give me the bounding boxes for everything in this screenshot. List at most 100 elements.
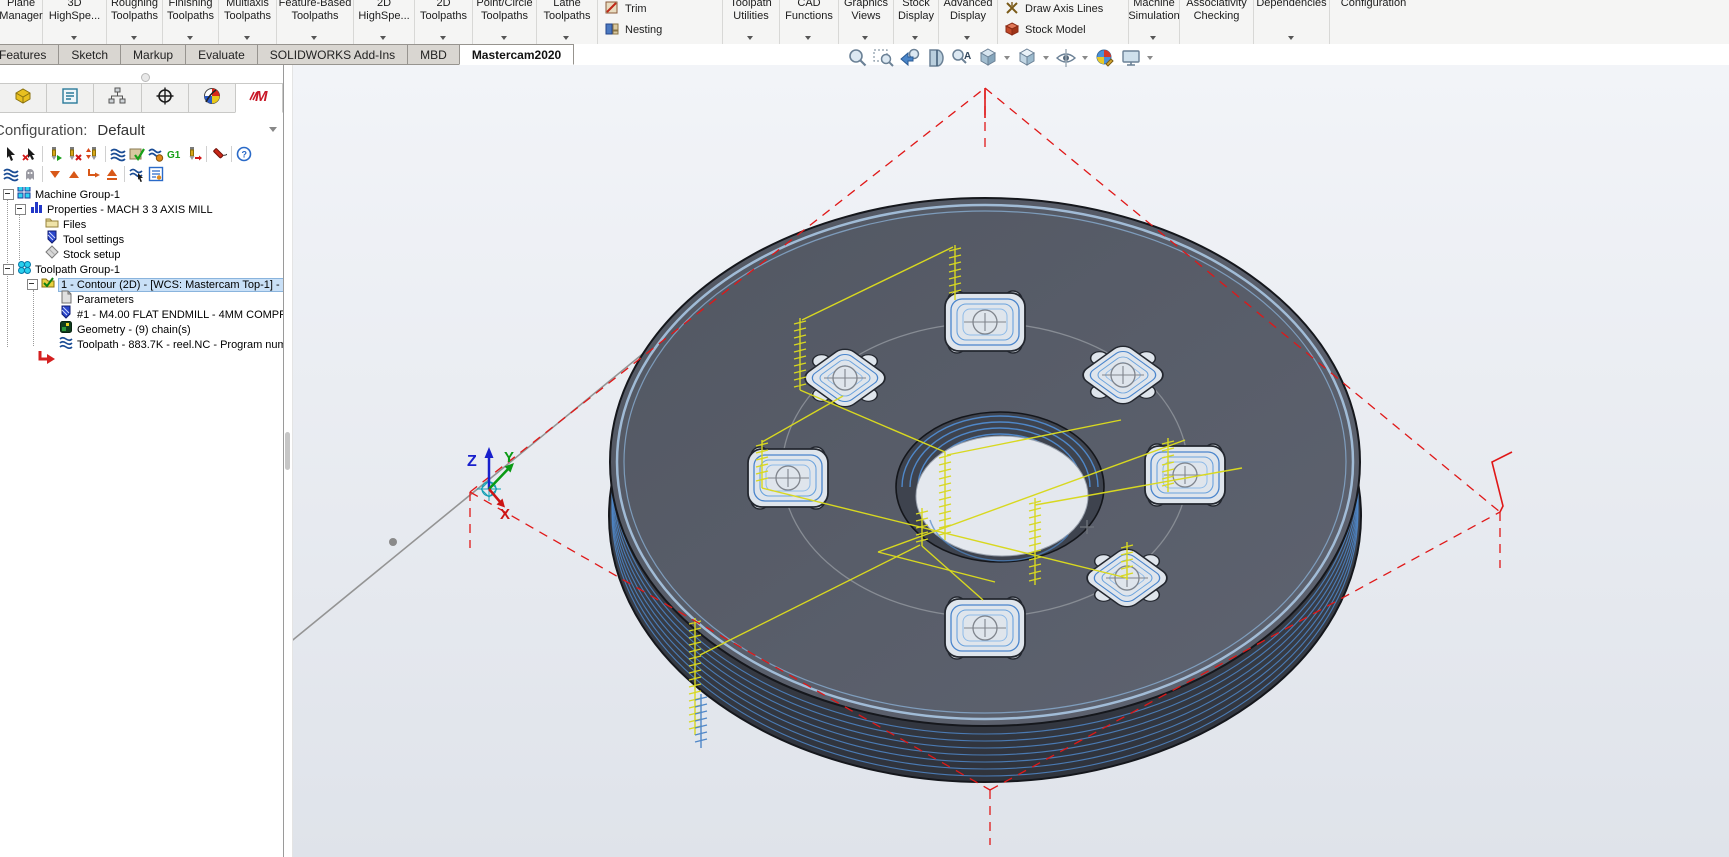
- dropdown-caret-icon[interactable]: [964, 36, 970, 40]
- dropdown-caret-icon[interactable]: [439, 36, 446, 40]
- tab-configurationmanager[interactable]: [93, 83, 142, 113]
- dropdown-caret-icon[interactable]: [70, 36, 77, 40]
- ribbon-group-configuration[interactable]: Configuration: [1330, 0, 1417, 44]
- ribbon-group-graphics-views[interactable]: Graphics Views: [839, 0, 894, 44]
- tree-item-properties[interactable]: Properties - MACH 3 3 AXIS MILL: [0, 202, 283, 217]
- tab-dimxpertmanager[interactable]: [140, 83, 189, 113]
- panel-splitter[interactable]: [283, 65, 293, 857]
- tree-item-parameters[interactable]: Parameters: [0, 290, 283, 307]
- dropdown-caret-icon[interactable]: [186, 36, 193, 40]
- tree-item-tool[interactable]: #1 - M4.00 FLAT ENDMILL - 4MM COMPRESSIO: [0, 305, 283, 322]
- tab-features[interactable]: Features: [0, 44, 60, 65]
- delete-operations-icon[interactable]: [210, 145, 228, 163]
- configuration-caret-icon[interactable]: [269, 127, 277, 132]
- dropdown-caret-icon[interactable]: [1150, 36, 1156, 40]
- dropdown-caret-icon[interactable]: [1287, 36, 1294, 40]
- tab-mastercam[interactable]: M: [234, 83, 284, 113]
- nesting-button[interactable]: Nesting: [605, 22, 722, 38]
- display-style-caret-icon[interactable]: [1043, 56, 1049, 60]
- dropdown-caret-icon[interactable]: [380, 36, 386, 40]
- trim-button[interactable]: Trim: [605, 1, 722, 17]
- tree-item-geometry[interactable]: Geometry - (9) chain(s): [0, 321, 283, 337]
- dropdown-caret-icon[interactable]: [130, 36, 137, 40]
- scroll-insert-arrow-icon[interactable]: [103, 165, 121, 183]
- view-settings-caret-icon[interactable]: [1147, 56, 1153, 60]
- move-insert-arrow-icon[interactable]: [84, 165, 102, 183]
- ribbon-group-2d-highspeed[interactable]: 2D HighSpe...: [354, 0, 415, 44]
- previous-view-icon[interactable]: [897, 46, 922, 70]
- dropdown-caret-icon[interactable]: [862, 36, 868, 40]
- ribbon-group-dependencies[interactable]: Dependencies: [1254, 0, 1330, 44]
- draw-axis-lines-button[interactable]: Draw Axis Lines: [1005, 1, 1128, 17]
- dropdown-caret-icon[interactable]: [500, 36, 507, 40]
- ghost-toolpath-icon[interactable]: [21, 165, 39, 183]
- collapse-icon[interactable]: [3, 189, 14, 200]
- hide-show-items-icon[interactable]: [1053, 46, 1078, 70]
- configuration-value[interactable]: Default: [97, 122, 145, 139]
- edit-appearance-icon[interactable]: [1092, 46, 1117, 70]
- stock-model-button[interactable]: Stock Model: [1004, 21, 1128, 38]
- tab-mbd[interactable]: MBD: [407, 44, 460, 65]
- collapse-icon[interactable]: [3, 264, 14, 275]
- move-down-icon[interactable]: [46, 165, 64, 183]
- select-cursor-icon[interactable]: [2, 145, 20, 163]
- verify-operations-icon[interactable]: [128, 145, 146, 163]
- tree-item-contour-operation[interactable]: 1 - Contour (2D) - [WCS: Mastercam Top-1…: [0, 277, 283, 292]
- toolpath-display-icon[interactable]: [2, 165, 20, 183]
- tab-propertymanager[interactable]: [46, 83, 95, 113]
- options-icon[interactable]: [147, 165, 165, 183]
- ribbon-group-multiaxis-toolpaths[interactable]: Multiaxis Toolpaths: [219, 0, 277, 44]
- ribbon-group-cad-functions[interactable]: CAD Functions: [780, 0, 839, 44]
- tree-item-files[interactable]: Files: [0, 217, 283, 232]
- select-none-cursor-icon[interactable]: [21, 145, 39, 163]
- view-orientation-icon[interactable]: [975, 46, 1000, 70]
- annotation-views-icon[interactable]: A: [949, 46, 974, 70]
- collapse-icon[interactable]: [15, 204, 26, 215]
- zoom-to-fit-icon[interactable]: [845, 46, 870, 70]
- ribbon-group-point-circle-toolpaths[interactable]: Point/Circle Toolpaths: [473, 0, 537, 44]
- view-orientation-caret-icon[interactable]: [1004, 56, 1010, 60]
- regenerate-all-icon[interactable]: [109, 145, 127, 163]
- select-all-operations-icon[interactable]: [46, 145, 64, 163]
- view-settings-icon[interactable]: [1118, 46, 1143, 70]
- graphics-area[interactable]: Z Y X: [282, 65, 1729, 857]
- tab-solidworks-addins[interactable]: SOLIDWORKS Add-Ins: [256, 44, 409, 65]
- dropdown-caret-icon[interactable]: [805, 36, 811, 40]
- move-up-icon[interactable]: [65, 165, 83, 183]
- tree-item-tool-settings[interactable]: Tool settings: [0, 230, 283, 247]
- tab-mastercam2020[interactable]: Mastercam2020: [458, 44, 575, 65]
- dropdown-caret-icon[interactable]: [311, 36, 317, 40]
- tab-sketch[interactable]: Sketch: [58, 44, 122, 65]
- ribbon-group-associativity-checking[interactable]: Associativity Checking: [1180, 0, 1254, 44]
- insert-position-arrow-icon[interactable]: [36, 349, 56, 372]
- post-selected-icon[interactable]: G1: [166, 145, 184, 163]
- tab-evaluate[interactable]: Evaluate: [185, 44, 258, 65]
- ribbon-group-feature-based-toolpaths[interactable]: Feature-Based Toolpaths: [277, 0, 354, 44]
- help-icon[interactable]: ?: [235, 145, 253, 163]
- select-toolpath-icon[interactable]: [128, 165, 146, 183]
- tab-featuremanager[interactable]: [0, 83, 48, 113]
- ribbon-group-toolpath-utilities[interactable]: Toolpath Utilities: [723, 0, 780, 44]
- dropdown-caret-icon[interactable]: [243, 36, 250, 40]
- tab-displaymanager[interactable]: [187, 83, 236, 113]
- ribbon-group-2d-toolpaths[interactable]: 2D Toolpaths: [415, 0, 473, 44]
- dropdown-caret-icon[interactable]: [912, 36, 918, 40]
- zoom-to-area-icon[interactable]: [871, 46, 896, 70]
- ribbon-group-roughing-toolpaths[interactable]: Roughing Toolpaths: [107, 0, 163, 44]
- graphics-viewport[interactable]: Z Y X: [282, 65, 1729, 857]
- section-view-icon[interactable]: [923, 46, 948, 70]
- ribbon-group-machine-simulation[interactable]: Machine Simulation: [1128, 0, 1180, 44]
- invert-selection-icon[interactable]: [84, 145, 102, 163]
- send-tool-icon[interactable]: [185, 145, 203, 163]
- panel-grip[interactable]: [141, 73, 150, 82]
- ribbon-group-stock-display[interactable]: Stock Display: [894, 0, 939, 44]
- tree-item-toolpath[interactable]: Toolpath - 883.7K - reel.NC - Program nu…: [0, 336, 283, 352]
- dropdown-caret-icon[interactable]: [563, 36, 569, 40]
- ribbon-group-finishing-toolpaths[interactable]: Finishing Toolpaths: [163, 0, 219, 44]
- unselect-all-operations-icon[interactable]: [65, 145, 83, 163]
- ribbon-group-advanced-display[interactable]: Advanced Display: [939, 0, 998, 44]
- simulate-toolpath-icon[interactable]: [147, 145, 165, 163]
- display-style-icon[interactable]: [1014, 46, 1039, 70]
- ribbon-group-3d-highspeed[interactable]: 3D HighSpe...: [43, 0, 107, 44]
- dropdown-caret-icon[interactable]: [747, 36, 753, 40]
